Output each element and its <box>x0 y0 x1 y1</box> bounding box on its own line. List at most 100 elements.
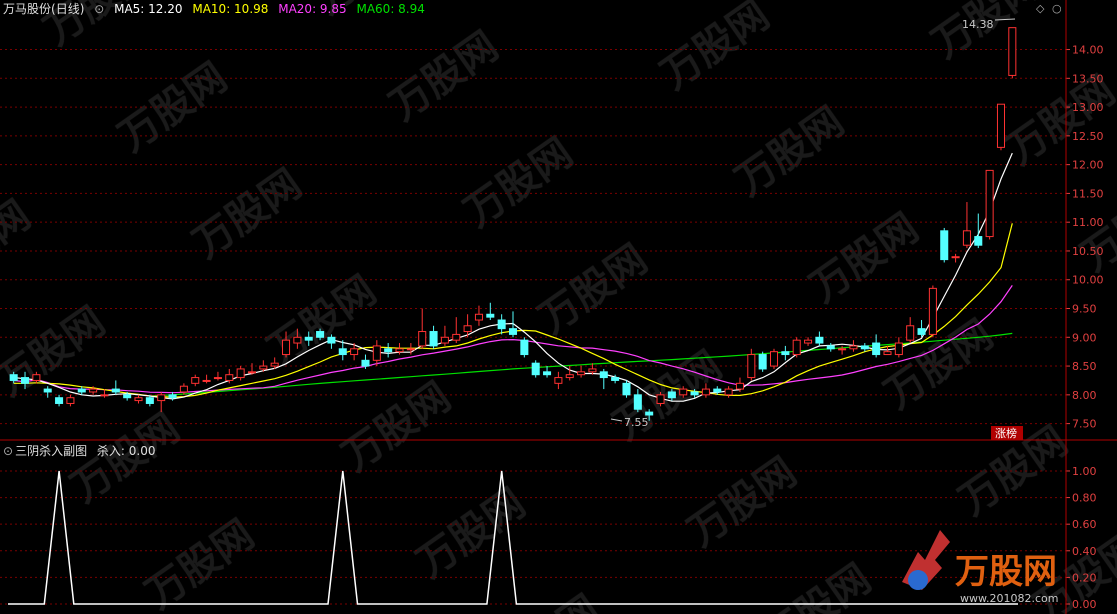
candle-up <box>588 368 597 373</box>
candle-down <box>77 388 86 393</box>
ma60-value: MA60: 8.94 <box>356 2 425 16</box>
candle-up <box>894 342 903 356</box>
kill-value: 杀入: 0.00 <box>96 444 156 458</box>
candle-down <box>123 394 132 399</box>
candle-up <box>656 394 665 404</box>
candle-up <box>792 339 801 356</box>
sub-tick-label: 0.00 <box>1072 598 1097 611</box>
candle-up <box>883 351 892 356</box>
candle-down <box>531 362 540 376</box>
price-tick-label: 10.00 <box>1072 274 1104 287</box>
settings-dropdown-icon[interactable]: ⊙ <box>94 2 104 16</box>
candle-down <box>622 382 631 396</box>
chart-canvas: 万股网 7.50 8.00 8.50 9.00 9.50 10.00 10.50 11.00 1… <box>0 0 1117 614</box>
candle-down <box>384 348 393 353</box>
candle-up <box>951 256 960 259</box>
logo-figure-icon <box>908 570 928 590</box>
candle-up <box>1008 27 1017 76</box>
candle-down <box>713 388 722 393</box>
price-tick-label: 10.50 <box>1072 245 1104 258</box>
price-tick-label: 9.00 <box>1072 331 1097 344</box>
candle-up <box>906 325 915 341</box>
candle-down <box>815 336 824 344</box>
candle-up <box>350 348 359 356</box>
ma5-value: MA5: 12.20 <box>114 2 183 16</box>
candle-down <box>9 374 18 381</box>
sub-title: 三阴杀入副图 <box>15 444 88 458</box>
candle-up <box>236 368 245 379</box>
price-tick-label: 14.00 <box>1072 44 1104 57</box>
candle-up <box>100 394 109 397</box>
candle-up <box>769 351 779 367</box>
candle-up <box>247 371 257 374</box>
candle-down <box>497 319 506 330</box>
candle-up <box>452 333 461 341</box>
candle-up <box>838 348 847 351</box>
candle-up <box>406 348 415 351</box>
candle-down <box>758 354 767 370</box>
candle-down <box>645 411 654 416</box>
candle-down <box>508 328 518 335</box>
limit-up-tag: 涨榜 <box>991 426 1023 440</box>
candle-up <box>395 348 404 353</box>
sub-settings-icon[interactable]: ⊙ <box>3 444 13 458</box>
candle-up <box>282 339 291 356</box>
candle-down <box>940 230 949 261</box>
candle-down <box>304 336 313 341</box>
candle-up <box>565 374 574 379</box>
candle-up <box>962 230 971 246</box>
candle-up <box>554 377 563 384</box>
candle-down <box>917 328 926 335</box>
candle-down <box>486 313 495 318</box>
candle-up <box>440 336 449 344</box>
candle-up <box>372 345 381 361</box>
main-header: 万马股份(日线) ⊙ MA5: 12.20 MA10: 10.98 MA20: … <box>3 1 431 17</box>
candle-up <box>996 103 1005 148</box>
high-price-label: 14.38 <box>962 18 994 31</box>
candle-down <box>361 359 370 367</box>
price-tick-label: 8.00 <box>1072 389 1097 402</box>
candle-up <box>679 388 688 396</box>
logo-url-text: www.201082.com <box>960 592 1058 605</box>
candle-down <box>21 377 30 384</box>
candle-up <box>293 336 302 344</box>
candle-up <box>463 325 472 333</box>
candle-up <box>747 354 756 379</box>
price-tick-label: 12.50 <box>1072 130 1104 143</box>
candle-up <box>259 365 268 370</box>
candle-down <box>872 342 881 356</box>
candle-down <box>168 394 177 399</box>
candle-down <box>429 331 438 347</box>
candle-down <box>145 397 154 404</box>
candle-up <box>157 394 166 402</box>
candle-down <box>633 394 642 410</box>
ma10-value: MA10: 10.98 <box>192 2 269 16</box>
price-tick-label: 8.50 <box>1072 360 1097 373</box>
restore-icon[interactable]: ◇ <box>1036 2 1044 15</box>
limit-up-label: 涨榜 <box>995 426 1017 440</box>
candle-down <box>520 339 529 356</box>
candle-down <box>543 371 552 376</box>
candle-up <box>724 388 733 396</box>
candle-down <box>690 391 699 396</box>
candle-up <box>191 377 200 384</box>
candle-down <box>316 331 325 338</box>
candle-up <box>577 371 586 376</box>
ma20-value: MA20: 9.85 <box>278 2 347 16</box>
candle-up <box>735 382 744 390</box>
candle-up <box>225 374 234 381</box>
price-tick-label: 7.50 <box>1072 418 1097 431</box>
watermark-layer <box>0 0 1117 614</box>
candle-down <box>611 377 620 381</box>
candle-down <box>111 388 120 393</box>
candle-up <box>32 374 41 381</box>
close-icon[interactable]: ○ <box>1052 2 1062 15</box>
candle-down <box>667 391 676 399</box>
candle-up <box>928 287 937 335</box>
candle-up <box>179 385 188 393</box>
candle-down <box>327 336 336 344</box>
candle-up <box>849 345 858 350</box>
candle-up <box>89 388 98 393</box>
candle-up <box>270 362 279 367</box>
candle-down <box>599 371 608 379</box>
